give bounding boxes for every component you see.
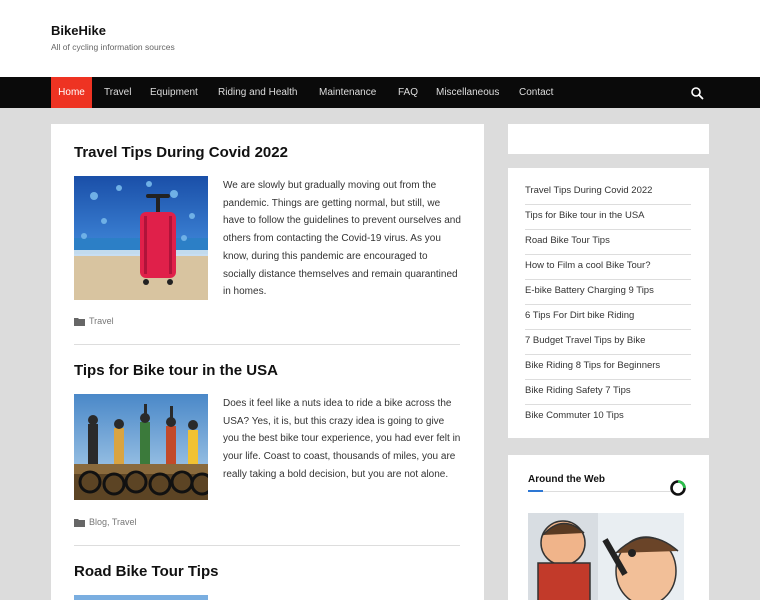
- widget-title-accent: [528, 490, 543, 492]
- around-the-web-widget: Around the Web: [508, 455, 709, 600]
- recent-post-link[interactable]: How to Film a cool Bike Tour?: [525, 255, 691, 280]
- site-header: BikeHike All of cycling information sour…: [0, 0, 760, 77]
- post-excerpt: We are slowly but gradually moving out f…: [223, 180, 461, 298]
- folder-icon: [74, 318, 85, 327]
- widget-title-underline: [528, 491, 672, 492]
- post-thumbnail-cyclists[interactable]: [74, 394, 208, 500]
- sponsored-image[interactable]: [528, 513, 684, 600]
- nav-item-faq[interactable]: FAQ: [398, 77, 418, 108]
- recent-posts-widget: Travel Tips During Covid 2022 Tips for B…: [508, 168, 709, 438]
- post-thumbnail-road-bike[interactable]: [74, 595, 208, 600]
- sidebar-widget-empty: [508, 124, 709, 154]
- ad-network-logo-icon[interactable]: [670, 480, 686, 496]
- recent-post-link[interactable]: Tips for Bike tour in the USA: [525, 205, 691, 230]
- nav-item-miscellaneous[interactable]: Miscellaneous: [436, 77, 499, 108]
- recent-post-link[interactable]: Bike Riding Safety 7 Tips: [525, 380, 691, 405]
- post-categories: Travel: [74, 316, 114, 327]
- recent-post-link[interactable]: Road Bike Tour Tips: [525, 230, 691, 255]
- category-link[interactable]: Blog, Travel: [89, 517, 137, 527]
- nav-item-home[interactable]: Home: [51, 77, 92, 108]
- recent-post-link[interactable]: 7 Budget Travel Tips by Bike: [525, 330, 691, 355]
- nav-item-equipment[interactable]: Equipment: [150, 77, 198, 108]
- widget-title: Around the Web: [528, 474, 606, 485]
- post-list: Travel Tips During Covid 2022 We are slo…: [51, 124, 484, 600]
- nav-item-riding-and-health[interactable]: Riding and Health: [218, 77, 298, 108]
- search-icon[interactable]: [690, 86, 704, 100]
- post-title[interactable]: Travel Tips During Covid 2022: [74, 144, 288, 161]
- recent-post-link[interactable]: Travel Tips During Covid 2022: [525, 180, 691, 205]
- post-title[interactable]: Road Bike Tour Tips: [74, 563, 218, 580]
- post-title[interactable]: Tips for Bike tour in the USA: [74, 362, 278, 379]
- nav-item-contact[interactable]: Contact: [519, 77, 553, 108]
- post-excerpt: Does it feel like a nuts idea to ride a …: [223, 398, 461, 480]
- nav-item-travel[interactable]: Travel: [104, 77, 131, 108]
- site-tagline: All of cycling information sources: [51, 42, 175, 52]
- folder-icon: [74, 519, 85, 528]
- main-navigation: Home Travel Equipment Riding and Health …: [0, 77, 760, 108]
- recent-post-link[interactable]: Bike Riding 8 Tips for Beginners: [525, 355, 691, 380]
- category-link[interactable]: Travel: [89, 316, 114, 326]
- nav-item-maintenance[interactable]: Maintenance: [319, 77, 376, 108]
- recent-post-link[interactable]: E-bike Battery Charging 9 Tips: [525, 280, 691, 305]
- site-title[interactable]: BikeHike: [51, 23, 106, 38]
- post-categories: Blog, Travel: [74, 517, 137, 528]
- post-divider: [74, 344, 460, 345]
- recent-post-link[interactable]: 6 Tips For Dirt bike Riding: [525, 305, 691, 330]
- post-thumbnail-luggage-beach[interactable]: [74, 176, 208, 300]
- recent-post-link[interactable]: Bike Commuter 10 Tips: [525, 405, 691, 430]
- post-divider: [74, 545, 460, 546]
